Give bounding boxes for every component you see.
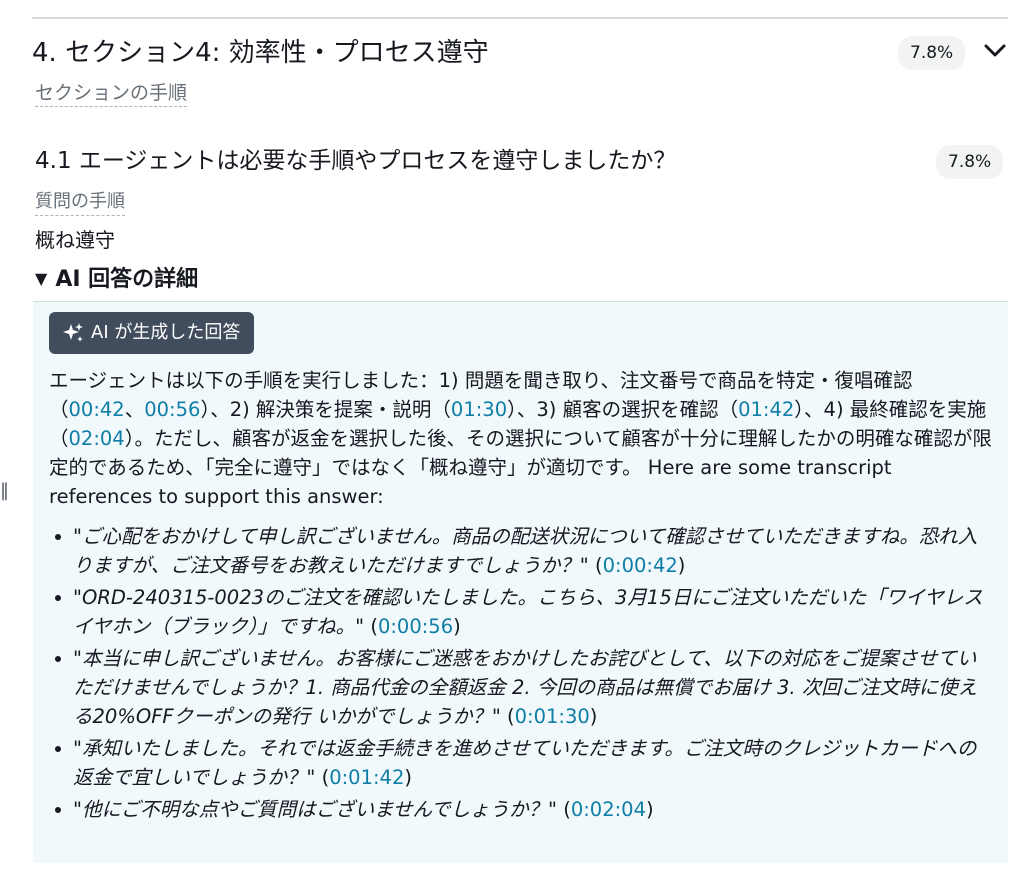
- explanation-text: ）。ただし、顧客が返金を選択した後、その選択について顧客が十分に理解したかの明確…: [49, 427, 992, 508]
- explanation-text: ）、3) 顧客の選択を確認（: [507, 398, 739, 421]
- ai-details-panel: AI が生成した回答 エージェントは以下の手順を実行しました：1) 問題を聞き取…: [33, 301, 1008, 863]
- triangle-down-icon: ▼: [35, 269, 48, 288]
- section-score-badge: 7.8%: [898, 36, 966, 70]
- ai-explanation: エージェントは以下の手順を実行しました：1) 問題を聞き取り、注文番号で商品を特…: [49, 366, 995, 511]
- reference-quote: "ORD-240315-0023のご注文を確認いたしました。こちら、3月15日に…: [73, 586, 983, 638]
- timestamp-link[interactable]: 01:30: [451, 398, 507, 421]
- reference-timestamp-link[interactable]: 0:01:30: [515, 705, 590, 728]
- drag-handle-icon[interactable]: ‖: [0, 480, 12, 502]
- question-steps-link[interactable]: 質問の手順: [35, 189, 125, 216]
- evaluation-page: ‖ 4. セクション4: 効率性・プロセス遵守 セクションの手順 7.8% 4.…: [0, 0, 1026, 880]
- reference-timestamp-link[interactable]: 0:00:42: [603, 554, 678, 577]
- timestamp-link[interactable]: 02:04: [69, 427, 125, 450]
- reference-quote: "他にご不明な点やご質問はございませんでしょうか？": [73, 798, 557, 821]
- reference-timestamp-link[interactable]: 0:02:04: [571, 798, 646, 821]
- reference-timestamp-link[interactable]: 0:00:56: [378, 615, 453, 638]
- explanation-text: 、: [124, 398, 145, 421]
- ai-details-toggle[interactable]: ▼ AI 回答の詳細: [35, 265, 198, 296]
- ai-details-label: AI 回答の詳細: [55, 267, 199, 292]
- list-item: "本当に申し訳ございません。お客様にご迷惑をおかけしたお詫びとして、以下の対応を…: [55, 644, 993, 731]
- section-title: 4. セクション4: 効率性・プロセス遵守: [32, 38, 489, 68]
- list-item: "ORD-240315-0023のご注文を確認いたしました。こちら、3月15日に…: [55, 583, 993, 641]
- list-item: "他にご不明な点やご質問はございませんでしょうか？" (0:02:04): [55, 795, 993, 824]
- timestamp-link[interactable]: 00:56: [144, 398, 200, 421]
- reference-quote: "承知いたしました。それでは返金手続きを進めさせていただきます。ご注文時のクレジ…: [73, 737, 977, 789]
- timestamp-link[interactable]: 00:42: [69, 398, 125, 421]
- reference-quote: "ご心配をおかけして申し訳ございません。商品の配送状況について確認させていただき…: [73, 525, 978, 577]
- question-score-badge: 7.8%: [936, 145, 1004, 179]
- transcript-references: "ご心配をおかけして申し訳ございません。商品の配送状況について確認させていただき…: [55, 522, 993, 827]
- ai-generated-label: AI が生成した回答: [91, 322, 241, 343]
- top-divider: [32, 17, 1008, 19]
- answer-value: 概ね遵守: [35, 228, 115, 252]
- explanation-text: ）、2) 解決策を提案・説明（: [200, 398, 451, 421]
- section-steps-link[interactable]: セクションの手順: [35, 80, 188, 107]
- list-item: "承知いたしました。それでは返金手続きを進めさせていただきます。ご注文時のクレジ…: [55, 734, 993, 792]
- section-header: 4. セクション4: 効率性・プロセス遵守 セクションの手順 7.8%: [32, 32, 1016, 112]
- question-title: 4.1 エージェントは必要な手順やプロセスを遵守しましたか？: [35, 148, 677, 174]
- ai-generated-badge: AI が生成した回答: [49, 312, 255, 354]
- list-item: "ご心配をおかけして申し訳ございません。商品の配送状況について確認させていただき…: [55, 522, 993, 580]
- timestamp-link[interactable]: 01:42: [738, 398, 794, 421]
- chevron-down-icon[interactable]: [982, 38, 1008, 64]
- reference-timestamp-link[interactable]: 0:01:42: [329, 766, 404, 789]
- sparkle-icon: [63, 323, 83, 342]
